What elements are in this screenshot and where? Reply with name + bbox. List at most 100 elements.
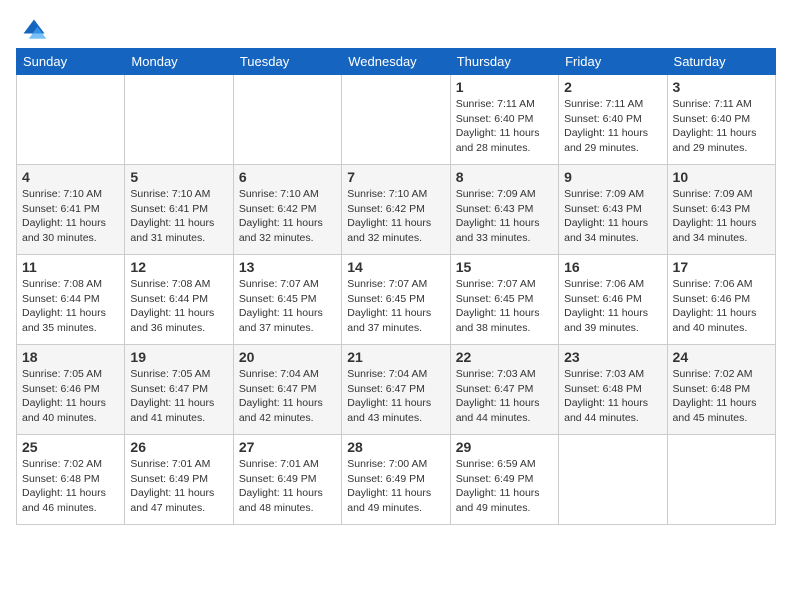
- day-number: 1: [456, 79, 553, 95]
- calendar-cell: 27 Sunrise: 7:01 AM Sunset: 6:49 PM Dayli…: [233, 435, 341, 525]
- calendar-week-4: 25 Sunrise: 7:02 AM Sunset: 6:48 PM Dayli…: [17, 435, 776, 525]
- logo: [16, 16, 48, 38]
- day-number: 22: [456, 349, 553, 365]
- calendar-cell: 15 Sunrise: 7:07 AM Sunset: 6:45 PM Dayli…: [450, 255, 558, 345]
- day-number: 14: [347, 259, 444, 275]
- day-number: 12: [130, 259, 227, 275]
- day-number: 4: [22, 169, 119, 185]
- weekday-header-sunday: Sunday: [17, 49, 125, 75]
- calendar-cell: 25 Sunrise: 7:02 AM Sunset: 6:48 PM Dayli…: [17, 435, 125, 525]
- calendar-cell: [342, 75, 450, 165]
- day-info: Sunrise: 7:08 AM Sunset: 6:44 PM Dayligh…: [22, 277, 119, 336]
- day-info: Sunrise: 7:01 AM Sunset: 6:49 PM Dayligh…: [130, 457, 227, 516]
- day-number: 6: [239, 169, 336, 185]
- day-info: Sunrise: 7:05 AM Sunset: 6:46 PM Dayligh…: [22, 367, 119, 426]
- day-number: 18: [22, 349, 119, 365]
- calendar-cell: 23Sunrise: 7:03 AM Sunset: 6:48 PM Dayli…: [559, 345, 667, 435]
- day-number: 8: [456, 169, 553, 185]
- calendar-cell: 8 Sunrise: 7:09 AM Sunset: 6:43 PM Daylig…: [450, 165, 558, 255]
- calendar-week-3: 18 Sunrise: 7:05 AM Sunset: 6:46 PM Dayli…: [17, 345, 776, 435]
- day-number: 17: [673, 259, 770, 275]
- day-number: 24: [673, 349, 770, 365]
- calendar-cell: [233, 75, 341, 165]
- day-info: Sunrise: 7:10 AM Sunset: 6:42 PM Dayligh…: [347, 187, 444, 246]
- calendar-cell: [559, 435, 667, 525]
- day-number: 9: [564, 169, 661, 185]
- day-number: 15: [456, 259, 553, 275]
- calendar-cell: 24Sunrise: 7:02 AM Sunset: 6:48 PM Dayli…: [667, 345, 775, 435]
- calendar-cell: 6 Sunrise: 7:10 AM Sunset: 6:42 PM Daylig…: [233, 165, 341, 255]
- day-info: Sunrise: 7:08 AM Sunset: 6:44 PM Dayligh…: [130, 277, 227, 336]
- day-number: 11: [22, 259, 119, 275]
- day-number: 20: [239, 349, 336, 365]
- calendar-cell: 14 Sunrise: 7:07 AM Sunset: 6:45 PM Dayli…: [342, 255, 450, 345]
- day-info: Sunrise: 7:06 AM Sunset: 6:46 PM Dayligh…: [673, 277, 770, 336]
- day-info: Sunrise: 7:03 AM Sunset: 6:47 PM Dayligh…: [456, 367, 553, 426]
- day-number: 2: [564, 79, 661, 95]
- calendar-cell: [667, 435, 775, 525]
- calendar-week-1: 4 Sunrise: 7:10 AM Sunset: 6:41 PM Daylig…: [17, 165, 776, 255]
- day-number: 3: [673, 79, 770, 95]
- day-number: 23: [564, 349, 661, 365]
- calendar-cell: 21 Sunrise: 7:04 AM Sunset: 6:47 PM Dayli…: [342, 345, 450, 435]
- day-info: Sunrise: 7:09 AM Sunset: 6:43 PM Dayligh…: [456, 187, 553, 246]
- calendar-cell: 28 Sunrise: 7:00 AM Sunset: 6:49 PM Dayli…: [342, 435, 450, 525]
- calendar-table: SundayMondayTuesdayWednesdayThursdayFrid…: [16, 48, 776, 525]
- day-number: 27: [239, 439, 336, 455]
- day-info: Sunrise: 7:02 AM Sunset: 6:48 PM Dayligh…: [22, 457, 119, 516]
- calendar-cell: 3 Sunrise: 7:11 AM Sunset: 6:40 PM Daylig…: [667, 75, 775, 165]
- day-number: 10: [673, 169, 770, 185]
- day-info: Sunrise: 7:10 AM Sunset: 6:42 PM Dayligh…: [239, 187, 336, 246]
- weekday-header-monday: Monday: [125, 49, 233, 75]
- day-info: Sunrise: 7:07 AM Sunset: 6:45 PM Dayligh…: [239, 277, 336, 336]
- logo-icon: [20, 16, 48, 44]
- page-header: [16, 16, 776, 38]
- calendar-cell: 7 Sunrise: 7:10 AM Sunset: 6:42 PM Daylig…: [342, 165, 450, 255]
- calendar-cell: 13 Sunrise: 7:07 AM Sunset: 6:45 PM Dayli…: [233, 255, 341, 345]
- day-number: 13: [239, 259, 336, 275]
- day-info: Sunrise: 7:11 AM Sunset: 6:40 PM Dayligh…: [564, 97, 661, 156]
- weekday-header-wednesday: Wednesday: [342, 49, 450, 75]
- day-number: 29: [456, 439, 553, 455]
- day-info: Sunrise: 7:07 AM Sunset: 6:45 PM Dayligh…: [347, 277, 444, 336]
- calendar-cell: 18 Sunrise: 7:05 AM Sunset: 6:46 PM Dayli…: [17, 345, 125, 435]
- weekday-header-saturday: Saturday: [667, 49, 775, 75]
- calendar-cell: 5 Sunrise: 7:10 AM Sunset: 6:41 PM Daylig…: [125, 165, 233, 255]
- day-info: Sunrise: 7:10 AM Sunset: 6:41 PM Dayligh…: [22, 187, 119, 246]
- calendar-cell: 11 Sunrise: 7:08 AM Sunset: 6:44 PM Dayli…: [17, 255, 125, 345]
- day-number: 7: [347, 169, 444, 185]
- day-info: Sunrise: 7:09 AM Sunset: 6:43 PM Dayligh…: [564, 187, 661, 246]
- day-info: Sunrise: 6:59 AM Sunset: 6:49 PM Dayligh…: [456, 457, 553, 516]
- day-info: Sunrise: 7:11 AM Sunset: 6:40 PM Dayligh…: [673, 97, 770, 156]
- calendar-cell: 17 Sunrise: 7:06 AM Sunset: 6:46 PM Dayli…: [667, 255, 775, 345]
- calendar-cell: 29 Sunrise: 6:59 AM Sunset: 6:49 PM Dayli…: [450, 435, 558, 525]
- day-number: 28: [347, 439, 444, 455]
- day-info: Sunrise: 7:04 AM Sunset: 6:47 PM Dayligh…: [347, 367, 444, 426]
- calendar-cell: 10 Sunrise: 7:09 AM Sunset: 6:43 PM Dayli…: [667, 165, 775, 255]
- day-info: Sunrise: 7:04 AM Sunset: 6:47 PM Dayligh…: [239, 367, 336, 426]
- day-info: Sunrise: 7:09 AM Sunset: 6:43 PM Dayligh…: [673, 187, 770, 246]
- day-number: 5: [130, 169, 227, 185]
- weekday-header-thursday: Thursday: [450, 49, 558, 75]
- day-info: Sunrise: 7:01 AM Sunset: 6:49 PM Dayligh…: [239, 457, 336, 516]
- calendar-cell: 20 Sunrise: 7:04 AM Sunset: 6:47 PM Dayli…: [233, 345, 341, 435]
- weekday-header-tuesday: Tuesday: [233, 49, 341, 75]
- calendar-cell: 1 Sunrise: 7:11 AM Sunset: 6:40 PM Daylig…: [450, 75, 558, 165]
- day-info: Sunrise: 7:10 AM Sunset: 6:41 PM Dayligh…: [130, 187, 227, 246]
- day-number: 19: [130, 349, 227, 365]
- calendar-cell: 12 Sunrise: 7:08 AM Sunset: 6:44 PM Dayli…: [125, 255, 233, 345]
- day-info: Sunrise: 7:00 AM Sunset: 6:49 PM Dayligh…: [347, 457, 444, 516]
- day-number: 21: [347, 349, 444, 365]
- calendar-cell: 26 Sunrise: 7:01 AM Sunset: 6:49 PM Dayli…: [125, 435, 233, 525]
- day-info: Sunrise: 7:11 AM Sunset: 6:40 PM Dayligh…: [456, 97, 553, 156]
- day-info: Sunrise: 7:06 AM Sunset: 6:46 PM Dayligh…: [564, 277, 661, 336]
- day-info: Sunrise: 7:07 AM Sunset: 6:45 PM Dayligh…: [456, 277, 553, 336]
- calendar-cell: 9 Sunrise: 7:09 AM Sunset: 6:43 PM Daylig…: [559, 165, 667, 255]
- calendar-cell: 19Sunrise: 7:05 AM Sunset: 6:47 PM Dayli…: [125, 345, 233, 435]
- calendar-week-2: 11 Sunrise: 7:08 AM Sunset: 6:44 PM Dayli…: [17, 255, 776, 345]
- calendar-cell: 16Sunrise: 7:06 AM Sunset: 6:46 PM Dayli…: [559, 255, 667, 345]
- day-number: 25: [22, 439, 119, 455]
- day-number: 26: [130, 439, 227, 455]
- calendar-cell: [125, 75, 233, 165]
- calendar-week-0: 1 Sunrise: 7:11 AM Sunset: 6:40 PM Daylig…: [17, 75, 776, 165]
